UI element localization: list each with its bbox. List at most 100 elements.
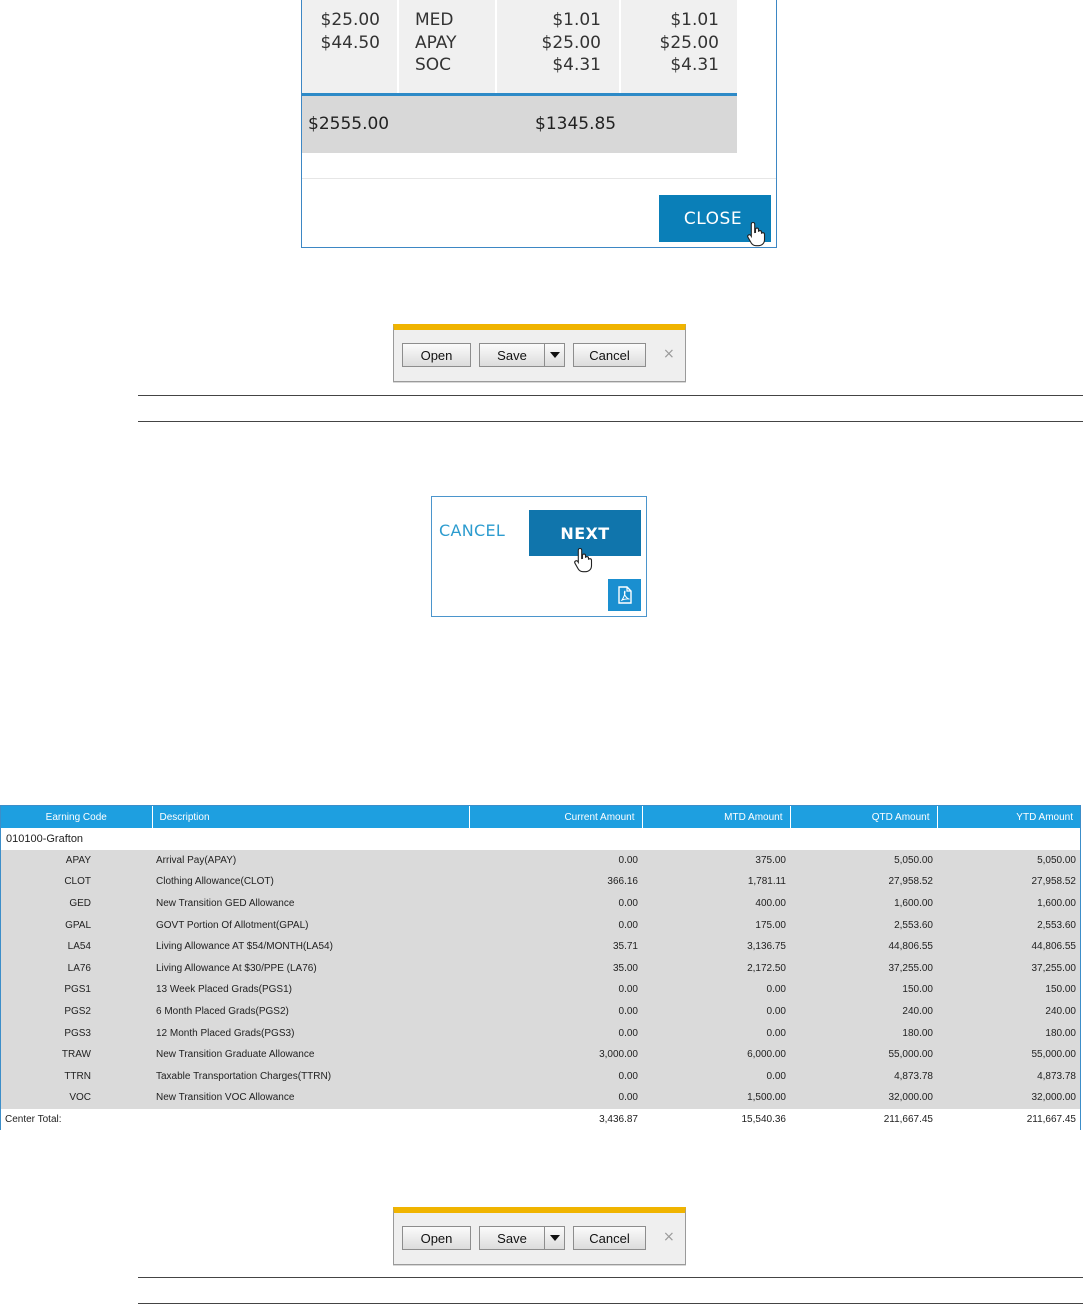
save-options-dropdown[interactable] — [544, 1226, 565, 1250]
description-cell: Arrival Pay(APAY) — [152, 849, 469, 872]
total-current-amount: 3,436.87 — [469, 1108, 642, 1131]
qtd-amount-cell: 44,806.55 — [790, 935, 937, 958]
current-amount-cell: 35.71 — [469, 935, 642, 958]
column-divider — [397, 0, 399, 94]
table-row[interactable]: GED New Transition GED Allowance 0.00 400.0… — [1, 892, 1080, 915]
mtd-amount-cell: 1,500.00 — [642, 1087, 790, 1109]
earning-code-cell: PGS1 — [1, 979, 152, 1001]
ytd-amount-cell: 27,958.52 — [937, 871, 1080, 893]
col-mtd-amount[interactable]: MTD Amount — [641, 806, 790, 828]
open-button-label: Open — [420, 1230, 453, 1246]
qtd-amount-cell: 4,873.78 — [790, 1065, 937, 1088]
file-download-bar: Open Save Cancel × — [393, 324, 686, 382]
description-cell: GOVT Portion Of Allotment(GPAL) — [152, 914, 469, 936]
total-qtd-amount: 211,667.45 — [790, 1108, 937, 1131]
table-row[interactable]: PGS2 6 Month Placed Grads(PGS2) 0.00 0.00 24… — [1, 1000, 1080, 1023]
pdf-export-button[interactable] — [608, 579, 641, 611]
ytd-amount-cell: 44,806.55 — [937, 935, 1080, 958]
table-row[interactable]: LA54 Living Allowance AT $54/MONTH(LA54) 3… — [1, 935, 1080, 958]
col-qtd-amount[interactable]: QTD Amount — [789, 806, 937, 828]
table-row[interactable]: TTRN Taxable Transportation Charges(TTRN)… — [1, 1065, 1080, 1088]
earning-code-cell: LA76 — [1, 957, 152, 980]
cancel-link[interactable]: CANCEL — [439, 521, 505, 540]
group-label: 010100-Grafton — [1, 828, 1080, 850]
center-total-label: Center Total: — [1, 1108, 152, 1131]
table-row[interactable]: TRAW New Transition Graduate Allowance 3,0… — [1, 1043, 1080, 1066]
table-row[interactable]: VOC New Transition VOC Allowance 0.00 1,500… — [1, 1087, 1080, 1109]
close-icon[interactable]: × — [663, 346, 675, 362]
save-button[interactable]: Save — [479, 343, 545, 367]
qtd-amount-cell: 240.00 — [790, 1000, 937, 1023]
table-row[interactable]: GPAL GOVT Portion Of Allotment(GPAL) 0.00 1… — [1, 914, 1080, 936]
qtd-amount-cell: 2,553.60 — [790, 914, 937, 936]
earning-code-cell: PGS2 — [1, 1000, 152, 1023]
earning-code-cell: VOC — [1, 1087, 152, 1109]
description-cell: Living Allowance At $30/PPE (LA76) — [152, 957, 469, 980]
qtd-amount-cell: 180.00 — [790, 1022, 937, 1044]
table-row[interactable]: CLOT Clothing Allowance(CLOT) 366.16 1,781.… — [1, 871, 1080, 893]
qtd-amount-cell: 1,600.00 — [790, 892, 937, 915]
description-cell: 12 Month Placed Grads(PGS3) — [152, 1022, 469, 1044]
earning-code-cell: CLOT — [1, 871, 152, 893]
current-amount-cell: 366.16 — [469, 871, 642, 893]
qtd-amount-cell: 37,255.00 — [790, 957, 937, 980]
ytd-amount-cell: 4,873.78 — [937, 1065, 1080, 1088]
current-amount-cell: 0.00 — [469, 979, 642, 1001]
col-current-amount[interactable]: Current Amount — [468, 806, 642, 828]
current-amount-cell: 0.00 — [469, 1022, 642, 1044]
cancel-button[interactable]: Cancel — [573, 343, 646, 367]
current-amount-cell: 3,000.00 — [469, 1043, 642, 1066]
earning-code-cell: PGS3 — [1, 1022, 152, 1044]
deduction-code-column: MED APAY SOC — [415, 10, 457, 75]
earning-code-cell: TTRN — [1, 1065, 152, 1088]
close-icon[interactable]: × — [663, 1229, 675, 1245]
amount-column: $25.00 $44.50 — [320, 10, 380, 53]
col-description[interactable]: Description — [151, 806, 469, 828]
current-amount-cell: 0.00 — [469, 892, 642, 915]
table-row[interactable]: PGS1 13 Week Placed Grads(PGS1) 0.00 0.00 15… — [1, 979, 1080, 1001]
save-button-label: Save — [497, 347, 527, 363]
save-button-label: Save — [497, 1230, 527, 1246]
mtd-amount-cell: 6,000.00 — [642, 1043, 790, 1066]
qtd-amount-cell: 27,958.52 — [790, 871, 937, 893]
next-button-label: NEXT — [560, 523, 610, 543]
description-cell: 6 Month Placed Grads(PGS2) — [152, 1000, 469, 1023]
cancel-button-label: Cancel — [589, 347, 630, 363]
table-row[interactable]: LA76 Living Allowance At $30/PPE (LA76) 35… — [1, 957, 1080, 980]
earnings-table: Earning Code Description Current Amount … — [0, 805, 1081, 1131]
ytd-amount-cell: 32,000.00 — [937, 1087, 1080, 1109]
mtd-amount-cell: 400.00 — [642, 892, 790, 915]
current-amount-column: $1.01 $25.00 $4.31 — [541, 10, 601, 75]
divider-line — [138, 395, 1083, 396]
hand-pointer-icon — [747, 221, 766, 247]
hand-pointer-icon — [574, 547, 593, 573]
qtd-amount-cell: 5,050.00 — [790, 849, 937, 872]
col-earning-code[interactable]: Earning Code — [1, 806, 152, 828]
col-ytd-amount[interactable]: YTD Amount — [936, 806, 1080, 828]
ytd-amount-cell: 240.00 — [937, 1000, 1080, 1023]
mtd-amount-cell: 0.00 — [642, 1065, 790, 1088]
ytd-amount-cell: 1,600.00 — [937, 892, 1080, 915]
pdf-icon — [617, 586, 632, 604]
table-row[interactable]: PGS3 12 Month Placed Grads(PGS3) 0.00 0.00 1… — [1, 1022, 1080, 1044]
earning-code-cell: GED — [1, 892, 152, 915]
save-options-dropdown[interactable] — [544, 343, 565, 367]
total-row: Center Total: 3,436.87 15,540.36 211,667.45… — [1, 1108, 1080, 1131]
ytd-amount-cell: 55,000.00 — [937, 1043, 1080, 1066]
qtd-amount-cell: 55,000.00 — [790, 1043, 937, 1066]
table-row[interactable]: APAY Arrival Pay(APAY) 0.00 375.00 5,050.00 5… — [1, 849, 1080, 872]
earning-code-cell: APAY — [1, 849, 152, 872]
open-button[interactable]: Open — [402, 343, 471, 367]
mtd-amount-cell: 0.00 — [642, 979, 790, 1001]
mtd-amount-cell: 375.00 — [642, 849, 790, 872]
earning-code-cell: TRAW — [1, 1043, 152, 1066]
cancel-button[interactable]: Cancel — [573, 1226, 646, 1250]
save-button[interactable]: Save — [479, 1226, 545, 1250]
ytd-amount-cell: 2,553.60 — [937, 914, 1080, 936]
deductions-total: $1345.85 — [535, 114, 617, 134]
open-button[interactable]: Open — [402, 1226, 471, 1250]
earning-code-cell: GPAL — [1, 914, 152, 936]
ytd-amount-cell: 37,255.00 — [937, 957, 1080, 980]
current-amount-cell: 0.00 — [469, 849, 642, 872]
current-amount-cell: 0.00 — [469, 1000, 642, 1023]
